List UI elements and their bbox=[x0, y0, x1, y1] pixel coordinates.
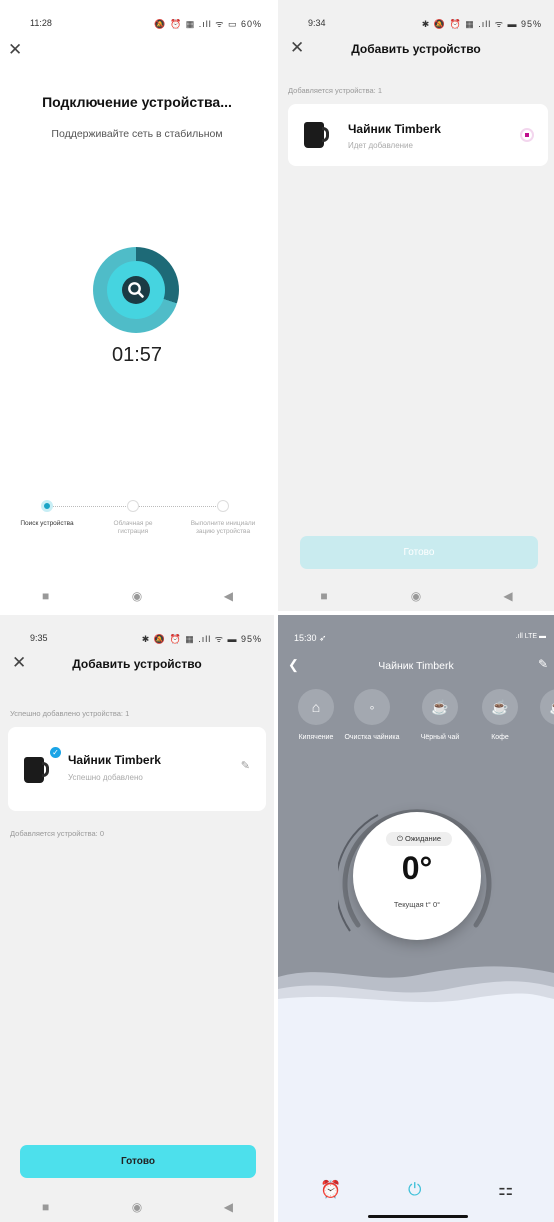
home-indicator[interactable] bbox=[368, 1215, 468, 1218]
status-bar: 9:34 ✱ 🔕 ⏰ ▦ .ıll ᯤ ▬ 95% bbox=[278, 0, 554, 34]
status-time: 15:30 ➶ bbox=[294, 633, 327, 643]
mode-clean[interactable]: ◦ Очистка чайника bbox=[342, 689, 402, 742]
device-name: Чайник Timberk bbox=[348, 122, 441, 136]
alarm-icon[interactable]: ⏰ bbox=[320, 1180, 341, 1200]
power-icon[interactable]: ⏻ bbox=[408, 1180, 421, 1200]
green-tea-icon: ☕ bbox=[540, 689, 554, 725]
kettle-image bbox=[302, 118, 330, 150]
device-state: Успешно добавлено bbox=[68, 773, 143, 782]
mode-coffee[interactable]: ☕ Кофе bbox=[470, 689, 530, 742]
status-bar: 9:35 ✱ 🔕 ⏰ ▦ .ıll ᯤ ▬ 95% bbox=[0, 615, 274, 649]
coffee-icon: ☕ bbox=[482, 689, 518, 725]
apps-icon[interactable]: ⚏ bbox=[498, 1180, 513, 1200]
system-nav-bar: ■ ◉ ◀ bbox=[0, 1192, 274, 1222]
status-bar: 11:28 🔕 ⏰ ▦ .ıll ᯤ ▭ 60% bbox=[0, 0, 274, 34]
recents-button[interactable]: ■ bbox=[294, 589, 354, 603]
done-button[interactable]: Готово bbox=[20, 1145, 256, 1178]
adding-count-label: Добавляется устройства: 1 bbox=[288, 86, 383, 95]
page-title: Чайник Timberk bbox=[378, 660, 454, 672]
target-temperature: 0° bbox=[401, 850, 433, 886]
system-nav-bar: ■ ◉ ◀ bbox=[278, 581, 554, 611]
edit-pencil-icon[interactable]: ✎ bbox=[241, 759, 250, 772]
black-tea-icon: ☕ bbox=[422, 689, 458, 725]
edit-pencil-icon[interactable]: ✎ bbox=[538, 657, 548, 671]
page-title: Добавить устройство bbox=[351, 42, 481, 56]
standby-status-badge: ⏻ Ожидание bbox=[386, 832, 452, 846]
check-icon: ✓ bbox=[50, 747, 61, 758]
system-nav-bar: ■ ◉ ◀ bbox=[0, 581, 274, 611]
status-icons: ✱ 🔕 ⏰ ▦ .ıll ᯤ ▬ 95% bbox=[421, 19, 542, 29]
status-time: 9:35 bbox=[30, 633, 48, 643]
status-time: 9:34 bbox=[308, 18, 326, 28]
mode-boil[interactable]: ⌂ Кипячение bbox=[286, 689, 346, 742]
done-button[interactable]: Готово bbox=[300, 536, 538, 569]
home-button[interactable]: ◉ bbox=[107, 1200, 167, 1214]
clean-icon: ◦ bbox=[354, 689, 390, 725]
connecting-screen: 11:28 🔕 ⏰ ▦ .ıll ᯤ ▭ 60% ✕ Подключение у… bbox=[0, 0, 274, 611]
countdown-timer: 01:57 bbox=[111, 344, 163, 366]
recents-button[interactable]: ■ bbox=[16, 1200, 76, 1214]
current-temperature: Текущая t° 0° bbox=[393, 900, 441, 909]
status-bar: 15:30 ➶ .ıll LTE ▬ bbox=[278, 615, 554, 655]
recents-button[interactable]: ■ bbox=[16, 589, 76, 603]
temperature-knob[interactable]: ⏻ Ожидание 0° Текущая t° 0° bbox=[353, 812, 481, 940]
page-title: Добавить устройство bbox=[72, 657, 202, 671]
back-button[interactable]: ◀ bbox=[198, 1200, 258, 1214]
page-subtitle: Поддерживайте сеть в стабильном bbox=[51, 128, 223, 140]
mode-green-tea[interactable]: ☕ Зе bbox=[528, 689, 554, 742]
loading-spinner-icon bbox=[520, 128, 534, 142]
adding-count-label: Добавляется устройства: 0 bbox=[10, 829, 105, 838]
progress-steps: Поиск устройства Облачная ре гистрация В… bbox=[20, 500, 255, 570]
device-card[interactable]: Чайник Timberk Идет добавление bbox=[288, 104, 548, 166]
kettle-image bbox=[22, 753, 50, 785]
back-button[interactable]: ◀ bbox=[198, 589, 258, 603]
search-progress-ring bbox=[93, 247, 179, 333]
search-icon bbox=[128, 282, 144, 298]
status-time: 11:28 bbox=[30, 18, 52, 28]
step-initialize-device: Выполните инициали зацию устройства bbox=[188, 500, 258, 536]
step-cloud-registration: Облачная ре гистрация bbox=[98, 500, 168, 536]
water-waves bbox=[278, 966, 554, 1015]
status-icons: .ıll LTE ▬ bbox=[515, 633, 546, 640]
back-button[interactable]: ◀ bbox=[478, 589, 538, 603]
home-button[interactable]: ◉ bbox=[386, 589, 446, 603]
step-search-device: Поиск устройства bbox=[12, 500, 82, 528]
status-icons: 🔕 ⏰ ▦ .ıll ᯤ ▭ 60% bbox=[154, 19, 262, 29]
kettle-control-screen: 15:30 ➶ .ıll LTE ▬ ❮ Чайник Timberk ✎ ⌂ … bbox=[278, 615, 554, 1222]
close-icon[interactable]: ✕ bbox=[8, 40, 22, 60]
success-count-label: Успешно добавлено устройства: 1 bbox=[10, 709, 130, 718]
home-button[interactable]: ◉ bbox=[107, 589, 167, 603]
page-title: Подключение устройства... bbox=[42, 94, 232, 110]
adding-device-screen: 9:34 ✱ 🔕 ⏰ ▦ .ıll ᯤ ▬ 95% ✕ Добавить уст… bbox=[278, 0, 554, 611]
device-name: Чайник Timberk bbox=[68, 753, 161, 767]
device-added-screen: 9:35 ✱ 🔕 ⏰ ▦ .ıll ᯤ ▬ 95% ✕ Добавить уст… bbox=[0, 615, 274, 1222]
mode-black-tea[interactable]: ☕ Чёрный чай bbox=[410, 689, 470, 742]
device-state: Идет добавление bbox=[348, 141, 413, 150]
kettle-icon: ⌂ bbox=[298, 689, 334, 725]
device-card[interactable]: ✓ Чайник Timberk Успешно добавлено ✎ bbox=[8, 727, 266, 811]
status-icons: ✱ 🔕 ⏰ ▦ .ıll ᯤ ▬ 95% bbox=[141, 634, 262, 644]
